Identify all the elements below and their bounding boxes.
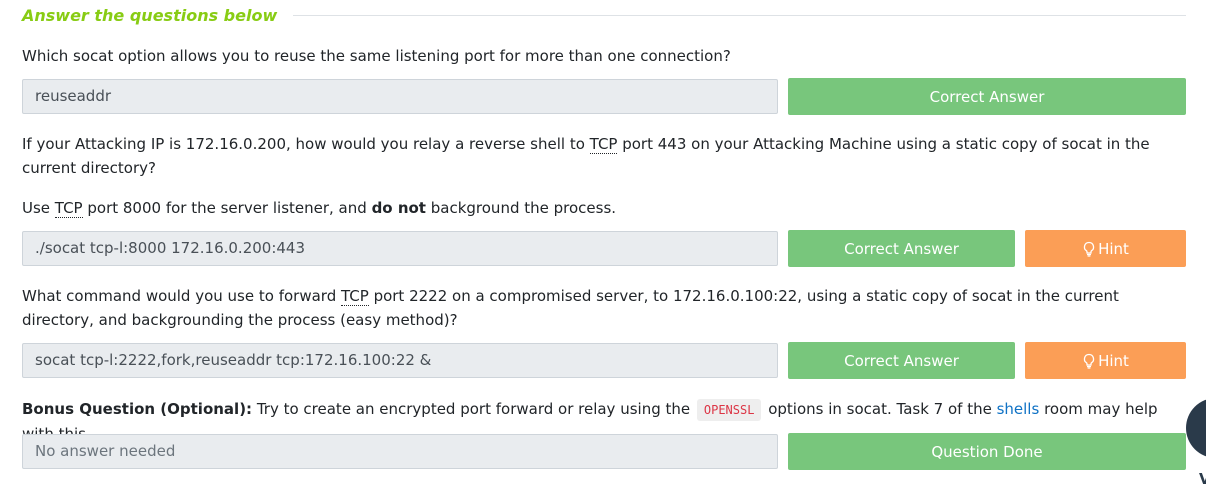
question-text: If your Attacking IP is 172.16.0.200, ho… bbox=[22, 135, 590, 153]
answer-field-4[interactable]: No answer needed bbox=[22, 434, 778, 469]
hint-button-3[interactable]: Hint bbox=[1025, 342, 1186, 379]
hint-label: Hint bbox=[1098, 351, 1129, 370]
question-text: What command would you use to forward bbox=[22, 287, 341, 305]
correct-answer-button-3[interactable]: Correct Answer bbox=[788, 342, 1015, 379]
correct-answer-label: Correct Answer bbox=[929, 87, 1045, 106]
correct-answer-label: Correct Answer bbox=[844, 239, 959, 258]
note-text: Use bbox=[22, 199, 55, 217]
correct-answer-button-2[interactable]: Correct Answer bbox=[788, 230, 1015, 267]
lightbulb-icon bbox=[1083, 353, 1095, 369]
floating-widget-label: V bbox=[1199, 470, 1206, 488]
tcp-abbreviation: TCP bbox=[340, 287, 369, 306]
question-text: options in socat. Task 7 of the bbox=[763, 400, 997, 418]
answer-field-3[interactable]: socat tcp-l:2222,fork,reuseaddr tcp:172.… bbox=[22, 343, 778, 378]
correct-answer-label: Correct Answer bbox=[844, 351, 959, 370]
tcp-abbreviation: TCP bbox=[54, 199, 83, 218]
question-2-note: Use TCP port 8000 for the server listene… bbox=[22, 196, 1182, 220]
answer-field-1[interactable]: reuseaddr bbox=[22, 79, 778, 114]
shells-room-link[interactable]: shells bbox=[997, 400, 1040, 418]
question-text: Try to create an encrypted port forward … bbox=[252, 400, 695, 418]
note-emphasis: do not bbox=[371, 199, 426, 217]
question-3: What command would you use to forward TC… bbox=[22, 284, 1182, 332]
hint-label: Hint bbox=[1098, 239, 1129, 258]
hint-button-2[interactable]: Hint bbox=[1025, 230, 1186, 267]
header-divider bbox=[293, 14, 1186, 16]
note-text: port 8000 for the server listener, and bbox=[82, 199, 372, 217]
correct-answer-button-1[interactable]: Correct Answer bbox=[788, 78, 1186, 115]
bonus-label: Bonus Question (Optional): bbox=[22, 400, 253, 418]
section-header: Answer the questions below bbox=[22, 3, 1186, 27]
question-done-label: Question Done bbox=[931, 442, 1043, 461]
question-1: Which socat option allows you to reuse t… bbox=[22, 47, 731, 65]
openssl-code: OPENSSL bbox=[696, 399, 762, 421]
section-title: Answer the questions below bbox=[22, 5, 278, 25]
floating-help-button[interactable] bbox=[1186, 398, 1206, 458]
question-done-button[interactable]: Question Done bbox=[788, 433, 1186, 470]
lightbulb-icon bbox=[1083, 241, 1095, 257]
answer-field-2[interactable]: ./socat tcp-l:8000 172.16.0.200:443 bbox=[22, 231, 778, 266]
note-text: background the process. bbox=[425, 199, 617, 217]
question-2: If your Attacking IP is 172.16.0.200, ho… bbox=[22, 132, 1182, 180]
tcp-abbreviation: TCP bbox=[589, 135, 618, 154]
